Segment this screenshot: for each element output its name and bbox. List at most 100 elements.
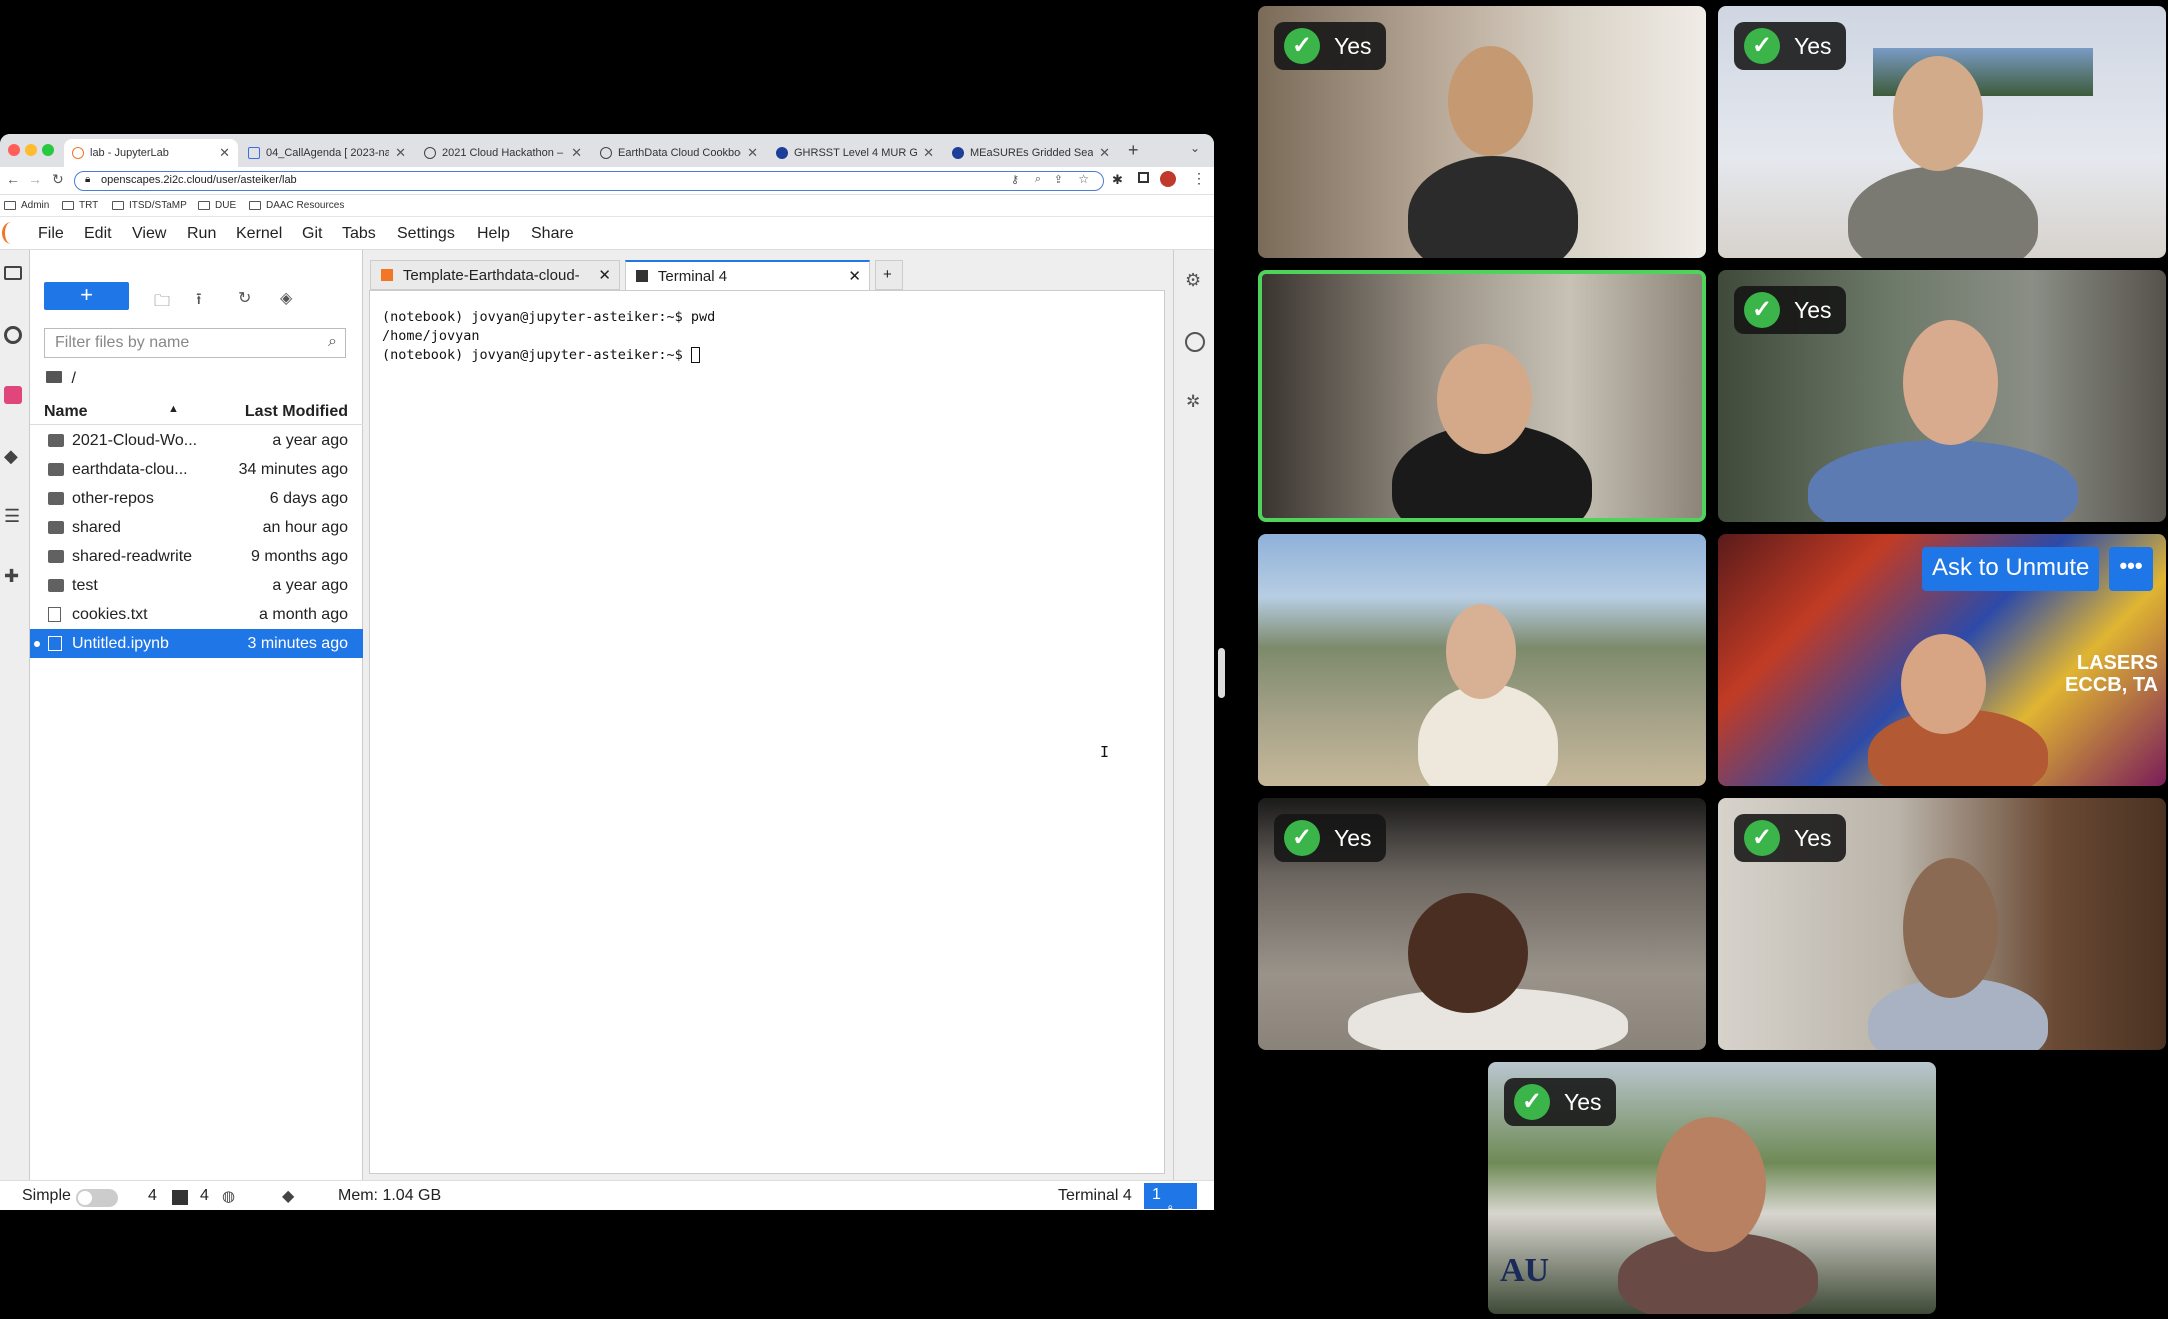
folder-icon — [198, 201, 210, 210]
tab-list-chevron-icon[interactable]: ⌄ — [1190, 141, 1200, 155]
browser-tab[interactable]: 04_CallAgenda [ 2023-nas ✕ — [240, 139, 414, 167]
bookmark-folder[interactable]: DAAC Resources — [249, 200, 344, 211]
property-inspector-icon[interactable]: ⚙ — [1185, 270, 1201, 291]
participant-video[interactable]: ✓ Yes — [1718, 270, 2166, 522]
bookmark-folder[interactable]: ITSD/STaMP — [112, 200, 187, 211]
refresh-icon[interactable]: ↻ — [238, 288, 254, 307]
file-row[interactable]: cookies.txt a month ago — [30, 600, 363, 629]
git-clone-icon[interactable]: ◈ — [280, 288, 296, 307]
file-row[interactable]: test a year ago — [30, 571, 363, 600]
participant-video[interactable]: AU ✓ Yes — [1488, 1062, 1936, 1314]
git-icon[interactable]: ◆ — [4, 446, 22, 466]
browser-tab[interactable]: GHRSST Level 4 MUR Glob✕ — [768, 139, 942, 167]
close-tab-icon[interactable]: ✕ — [1099, 145, 1110, 161]
running-sessions-icon[interactable] — [4, 326, 22, 344]
back-icon[interactable]: ← — [6, 171, 20, 187]
participant-video[interactable]: ✓ Yes — [1258, 6, 1706, 258]
file-row[interactable]: 2021-Cloud-Wo... a year ago — [30, 426, 363, 455]
folder-icon — [48, 492, 64, 505]
zoom-icon[interactable]: ⌕ — [1035, 173, 1041, 186]
browser-tab[interactable]: lab - JupyterLab ✕ — [64, 139, 238, 167]
browser-tab[interactable]: MEaSUREs Gridded Sea Su✕ — [944, 139, 1118, 167]
terminal-tab-icon — [636, 270, 648, 282]
share-icon[interactable]: ⇪ — [1054, 173, 1063, 186]
reload-icon[interactable]: ↻ — [52, 171, 64, 188]
bookmark-folder[interactable]: Admin — [4, 200, 49, 211]
forward-icon[interactable]: → — [28, 171, 42, 187]
close-tab-icon[interactable]: ✕ — [219, 145, 230, 161]
notification-badge[interactable]: 1 🔔︎ — [1144, 1183, 1197, 1210]
url-input[interactable]: 🔒︎ openscapes.2i2c.cloud/user/asteiker/l… — [74, 171, 1104, 191]
close-icon[interactable]: ✕ — [848, 267, 861, 285]
menu-git[interactable]: Git — [302, 225, 322, 243]
new-launcher-button[interactable]: + — [44, 282, 129, 310]
more-options-button[interactable]: ••• — [2109, 547, 2153, 591]
participant-head — [1901, 634, 1986, 734]
simple-mode-toggle[interactable] — [76, 1189, 118, 1207]
terminal-output[interactable]: (notebook) jovyan@jupyter-asteiker:~$ pw… — [369, 290, 1165, 1174]
menu-view[interactable]: View — [132, 225, 166, 243]
menu-run[interactable]: Run — [187, 225, 216, 243]
table-of-contents-icon[interactable]: ☰ — [4, 506, 22, 526]
active-speaker-video[interactable] — [1258, 270, 1706, 522]
participant-video[interactable]: ✓ Yes — [1258, 798, 1706, 1050]
modified-column-header[interactable]: Last Modified — [245, 403, 348, 421]
folder-icon[interactable] — [4, 266, 22, 280]
browser-tab[interactable]: 2021 Cloud Hackathon – ea ✕ — [416, 139, 590, 167]
file-row[interactable]: earthdata-clou... 34 minutes ago — [30, 455, 363, 484]
menu-kernel[interactable]: Kernel — [236, 225, 282, 243]
menu-settings[interactable]: Settings — [397, 225, 455, 243]
resource-usage-icon[interactable] — [1185, 332, 1205, 352]
filter-files-input[interactable]: Filter files by name ⌕ — [44, 328, 346, 358]
file-row[interactable]: shared-readwrite 9 months ago — [30, 542, 363, 571]
new-tab-icon[interactable]: + — [1128, 140, 1139, 161]
minimize-window-button[interactable] — [25, 144, 37, 156]
menu-file[interactable]: File — [38, 225, 64, 243]
participant-video[interactable]: ✓ Yes — [1718, 6, 2166, 258]
key-icon[interactable]: ⚷ — [1011, 173, 1019, 186]
window-resize-handle[interactable] — [1218, 648, 1225, 698]
sidepanel-icon[interactable] — [1138, 172, 1149, 183]
star-icon[interactable]: ☆ — [1078, 172, 1089, 186]
tab-terminal[interactable]: Terminal 4 ✕ — [625, 260, 870, 290]
breadcrumb[interactable]: / — [46, 370, 76, 388]
zoom-window-button[interactable] — [42, 144, 54, 156]
ask-to-unmute-button[interactable]: Ask to Unmute — [1922, 547, 2100, 591]
close-tab-icon[interactable]: ✕ — [571, 145, 582, 161]
puzzle-icon[interactable]: ✚ — [4, 566, 22, 586]
terminal-count[interactable]: 4 — [200, 1187, 209, 1205]
menu-tabs[interactable]: Tabs — [342, 225, 376, 243]
globe-status-icon[interactable]: ◍ — [222, 1187, 235, 1205]
close-tab-icon[interactable]: ✕ — [395, 145, 406, 161]
menu-edit[interactable]: Edit — [84, 225, 112, 243]
extension-cube-icon[interactable] — [4, 386, 22, 404]
upload-icon[interactable]: ⭱ — [196, 288, 212, 308]
menu-share[interactable]: Share — [531, 225, 574, 243]
profile-avatar[interactable] — [1160, 171, 1176, 187]
browser-menu-icon[interactable]: ⋮ — [1192, 170, 1206, 187]
debugger-icon[interactable]: ✲ — [1186, 392, 1200, 412]
participant-video[interactable]: ✓ Yes — [1718, 798, 2166, 1050]
browser-tab[interactable]: EarthData Cloud Cookbook ✕ — [592, 139, 766, 167]
close-window-button[interactable] — [8, 144, 20, 156]
tab-template-notebook[interactable]: Template-Earthdata-cloud- ✕ — [370, 260, 620, 290]
close-tab-icon[interactable]: ✕ — [747, 145, 758, 161]
right-sidebar: ⚙ ✲ — [1173, 250, 1214, 1180]
bookmark-folder[interactable]: DUE — [198, 200, 236, 211]
left-activity-bar: ◆ ☰ ✚ — [0, 250, 30, 1180]
file-row[interactable]: other-repos 6 days ago — [30, 484, 363, 513]
new-folder-icon[interactable]: 🗀 — [154, 290, 170, 310]
menu-help[interactable]: Help — [477, 225, 510, 243]
file-row[interactable]: shared an hour ago — [30, 513, 363, 542]
close-tab-icon[interactable]: ✕ — [923, 145, 934, 161]
git-status-icon[interactable]: ◆ — [282, 1186, 294, 1206]
extensions-icon[interactable]: ✱ — [1112, 172, 1123, 188]
bookmark-folder[interactable]: TRT — [62, 200, 98, 211]
kernel-count[interactable]: 4 — [148, 1187, 157, 1205]
new-tab-button[interactable]: + — [875, 260, 903, 290]
close-icon[interactable]: ✕ — [598, 266, 611, 284]
file-browser: + 🗀 ⭱ ↻ ◈ Filter files by name ⌕ / Name … — [30, 250, 363, 1180]
name-column-header[interactable]: Name — [44, 403, 88, 421]
participant-video[interactable] — [1258, 534, 1706, 786]
file-row[interactable]: Untitled.ipynb 3 minutes ago — [30, 629, 363, 658]
